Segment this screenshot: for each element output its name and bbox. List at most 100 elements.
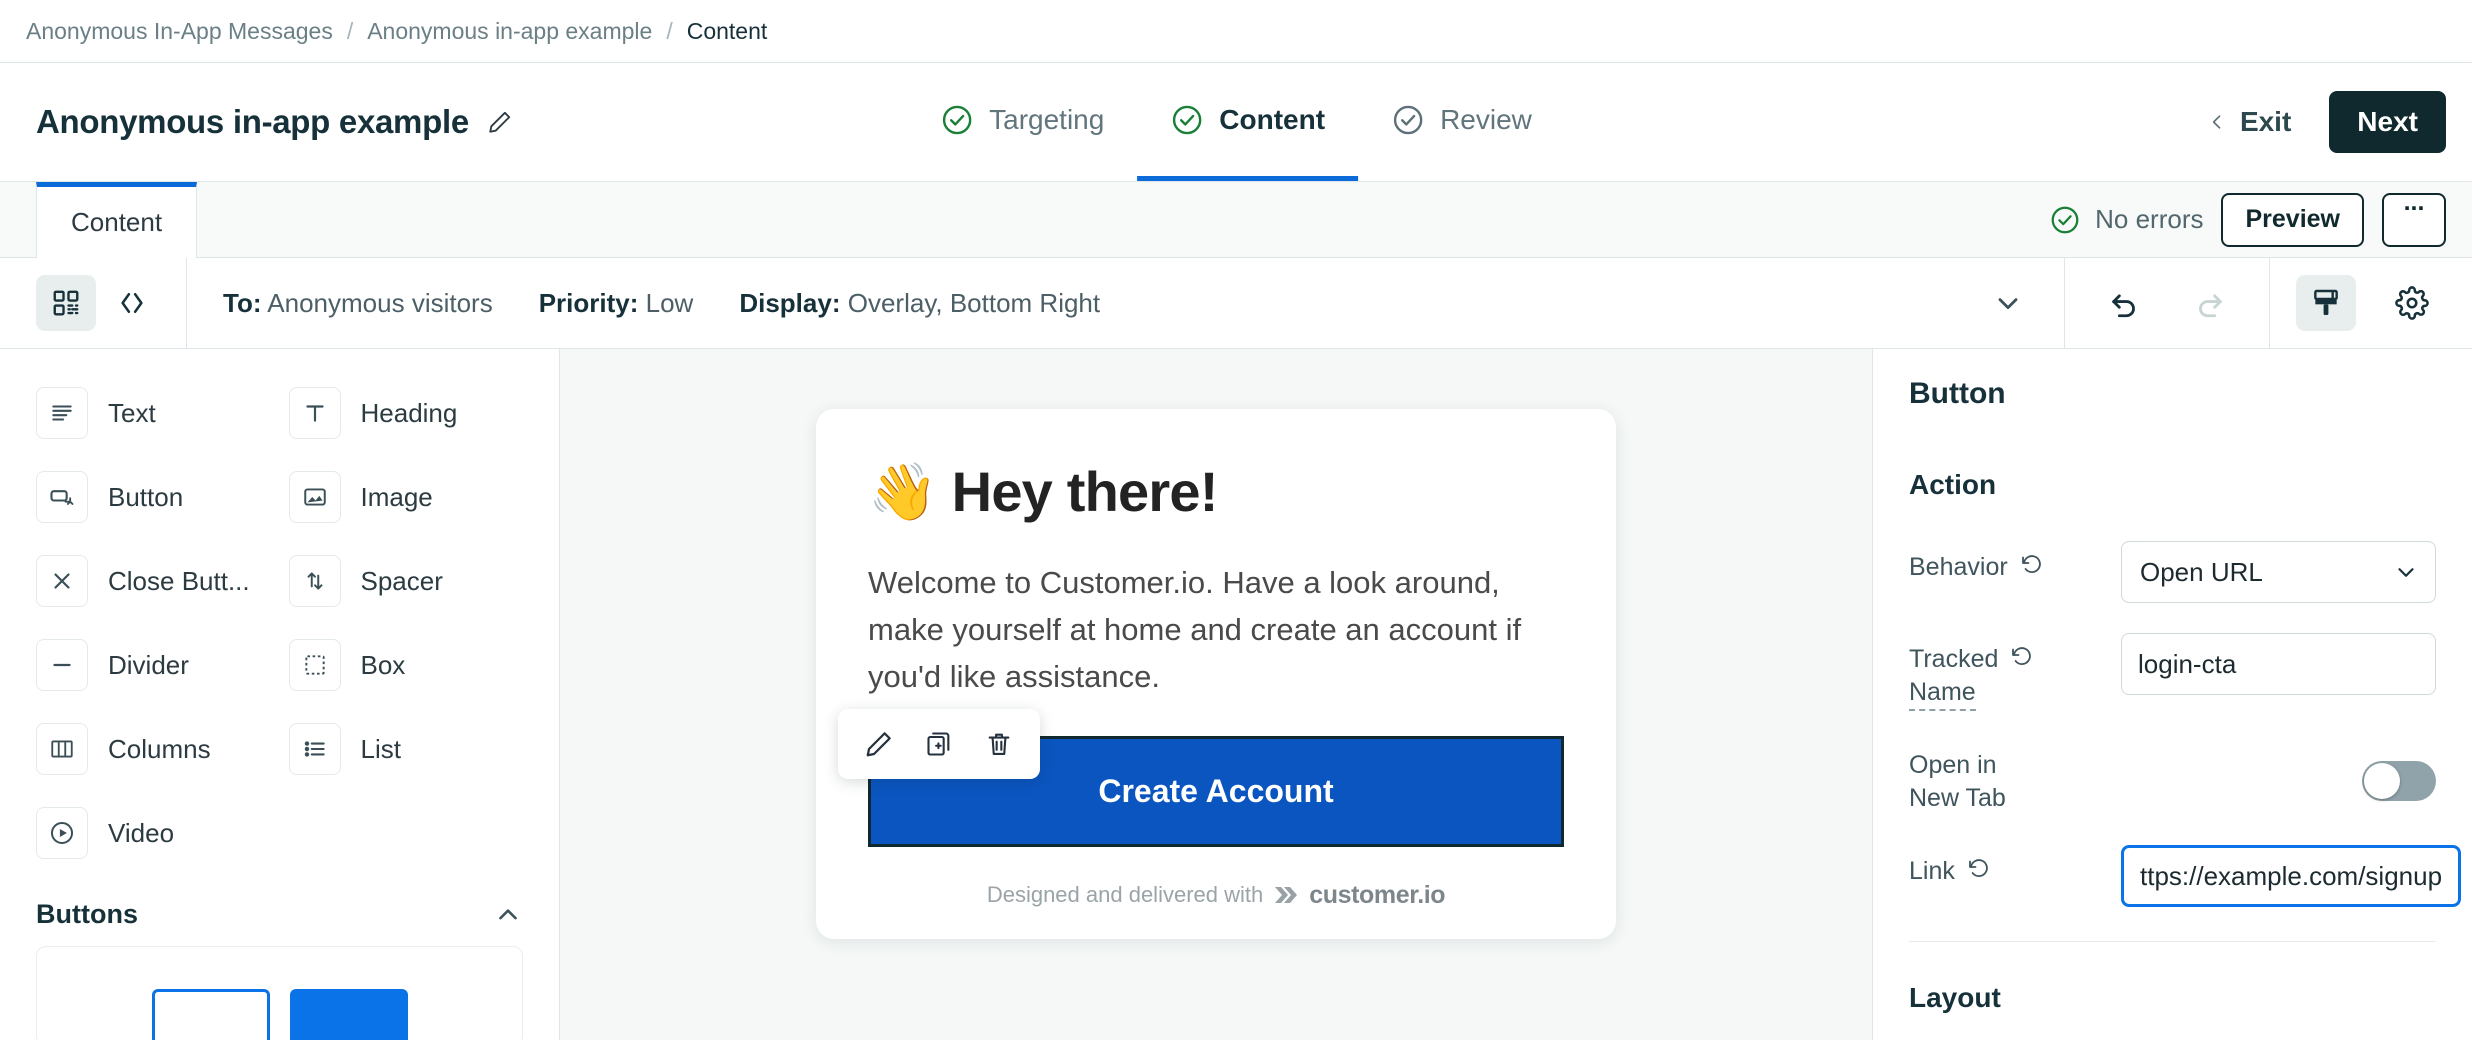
editor-body: Text Heading Button xyxy=(0,349,2472,1040)
step-targeting[interactable]: Targeting xyxy=(907,63,1137,181)
block-spacer[interactable]: Spacer xyxy=(289,539,530,623)
customerio-logo-icon xyxy=(1273,884,1299,906)
breadcrumb-item-0[interactable]: Anonymous In-App Messages xyxy=(26,18,333,45)
tracked-name-label-group: TrackedName xyxy=(1909,633,2121,709)
block-image[interactable]: Image xyxy=(289,455,530,539)
check-circle-icon xyxy=(1170,103,1204,137)
block-columns[interactable]: Columns xyxy=(36,707,277,791)
duplicate-icon[interactable] xyxy=(912,719,966,769)
block-label: Text xyxy=(108,398,156,429)
block-list[interactable]: List xyxy=(289,707,530,791)
chevron-up-icon[interactable] xyxy=(493,900,523,930)
redo-icon[interactable] xyxy=(2179,275,2239,331)
message-meta: To: Anonymous visitors Priority: Low Dis… xyxy=(187,288,1146,319)
style-group xyxy=(2270,258,2472,348)
step-label: Review xyxy=(1440,104,1532,136)
button-style-preview[interactable] xyxy=(36,946,523,1040)
divider-line-icon xyxy=(36,639,88,691)
block-text[interactable]: Text xyxy=(36,371,277,455)
link-label: Link xyxy=(1909,855,1955,888)
video-play-icon xyxy=(36,807,88,859)
gear-icon[interactable] xyxy=(2382,275,2442,331)
campaign-title-group: Anonymous in-app example xyxy=(36,103,515,141)
meta-to[interactable]: To: Anonymous visitors xyxy=(223,288,493,319)
meta-priority[interactable]: Priority: Low xyxy=(539,288,694,319)
block-label: Columns xyxy=(108,734,211,765)
behavior-label: Behavior xyxy=(1909,551,2008,584)
check-circle-icon xyxy=(1391,103,1425,137)
block-float-toolbar xyxy=(838,709,1040,779)
breadcrumb-item-1[interactable]: Anonymous in-app example xyxy=(367,18,652,45)
outline-button-swatch xyxy=(152,989,270,1040)
step-label: Content xyxy=(1219,104,1325,136)
editor-mode-group xyxy=(0,258,187,348)
blocks-grid-spacer xyxy=(289,791,530,875)
reset-icon[interactable] xyxy=(2010,645,2036,669)
heading-t-icon xyxy=(289,387,341,439)
block-label: Image xyxy=(361,482,433,513)
tab-row-actions: No errors Preview ... xyxy=(2049,182,2472,257)
filled-button-swatch xyxy=(290,989,408,1040)
meta-display-value: Overlay, Bottom Right xyxy=(848,288,1100,318)
tracked-name-field: TrackedName login-cta xyxy=(1909,633,2436,709)
block-heading[interactable]: Heading xyxy=(289,371,530,455)
block-box[interactable]: Box xyxy=(289,623,530,707)
block-button[interactable]: Button xyxy=(36,455,277,539)
open-new-tab-field: Open inNew Tab xyxy=(1909,739,2436,815)
block-label: Divider xyxy=(108,650,189,681)
buttons-section-header[interactable]: Buttons xyxy=(0,875,559,946)
message-body[interactable]: Welcome to Customer.io. Have a look arou… xyxy=(868,559,1564,700)
text-lines-icon xyxy=(36,387,88,439)
history-group xyxy=(2065,258,2270,348)
next-button[interactable]: Next xyxy=(2329,91,2446,153)
page-title: Anonymous in-app example xyxy=(36,103,469,141)
footer-text: Designed and delivered with xyxy=(987,882,1263,908)
preview-button[interactable]: Preview xyxy=(2221,193,2364,247)
link-label-group: Link xyxy=(1909,845,2121,888)
chevron-down-icon xyxy=(2393,559,2419,585)
exit-button[interactable]: Exit xyxy=(2185,96,2313,148)
code-brackets-icon[interactable] xyxy=(102,275,162,331)
block-label: Box xyxy=(361,650,406,681)
reset-icon[interactable] xyxy=(1967,857,1993,881)
block-label: Heading xyxy=(361,398,458,429)
pencil-icon[interactable] xyxy=(485,107,515,137)
block-close-button[interactable]: Close Butt... xyxy=(36,539,277,623)
buttons-section-title: Buttons xyxy=(36,899,138,930)
meta-display[interactable]: Display: Overlay, Bottom Right xyxy=(739,288,1100,319)
link-control: ttps://example.com/signup xyxy=(2121,845,2461,907)
columns-icon xyxy=(36,723,88,775)
open-new-tab-toggle[interactable] xyxy=(2362,761,2436,801)
behavior-select[interactable]: Open URL xyxy=(2121,541,2436,603)
grid-blocks-icon[interactable] xyxy=(36,275,96,331)
trash-icon[interactable] xyxy=(972,719,1026,769)
tracked-name-label: TrackedName xyxy=(1909,643,1998,709)
meta-to-key: To: xyxy=(223,288,262,318)
step-content[interactable]: Content xyxy=(1137,63,1358,181)
reset-icon[interactable] xyxy=(2020,553,2046,577)
step-review[interactable]: Review xyxy=(1358,63,1565,181)
paintbrush-icon[interactable] xyxy=(2296,275,2356,331)
message-heading[interactable]: 👋 Hey there! xyxy=(868,461,1564,523)
meta-priority-key: Priority: xyxy=(539,288,639,318)
chevron-down-icon[interactable] xyxy=(1952,258,2065,348)
tracked-name-input[interactable]: login-cta xyxy=(2121,633,2436,695)
status-badge: No errors xyxy=(2049,204,2203,236)
tab-content[interactable]: Content xyxy=(36,182,197,258)
meta-to-value: Anonymous visitors xyxy=(267,288,492,318)
blocks-panel: Text Heading Button xyxy=(0,349,560,1040)
breadcrumb-separator: / xyxy=(666,18,672,45)
app-root: Anonymous In-App Messages / Anonymous in… xyxy=(0,0,2472,1040)
undo-icon[interactable] xyxy=(2095,275,2155,331)
toggle-knob xyxy=(2364,763,2400,799)
editor-toolbar: To: Anonymous visitors Priority: Low Dis… xyxy=(0,258,2472,349)
editor-tab-row: Content No errors Preview ... xyxy=(0,182,2472,258)
link-input[interactable]: ttps://example.com/signup xyxy=(2121,845,2461,907)
more-options-button[interactable]: ... xyxy=(2382,193,2446,247)
block-label: Video xyxy=(108,818,174,849)
exit-label: Exit xyxy=(2240,106,2291,138)
pencil-icon[interactable] xyxy=(852,719,906,769)
block-video[interactable]: Video xyxy=(36,791,277,875)
campaign-header: Anonymous in-app example Targeting xyxy=(0,63,2472,182)
block-divider[interactable]: Divider xyxy=(36,623,277,707)
